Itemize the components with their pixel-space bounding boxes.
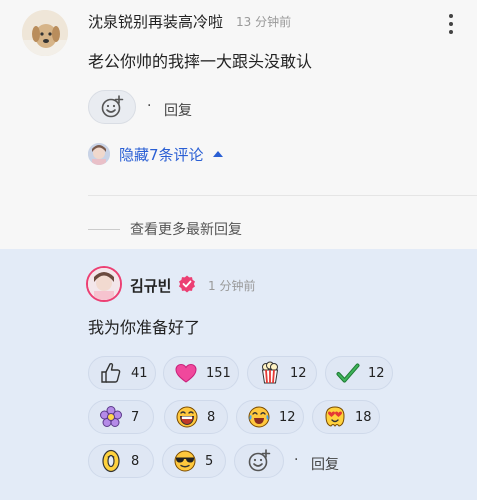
hidden-replies-toggle[interactable]: 隐藏7条评论 <box>88 142 224 166</box>
view-more-divider-line <box>88 229 120 230</box>
separator-dot: · <box>294 452 299 468</box>
reply-button[interactable]: 回复 <box>164 100 192 120</box>
more-options-icon[interactable] <box>446 12 456 36</box>
reply-username[interactable]: 김규빈 <box>130 275 171 296</box>
heart-icon <box>175 363 197 383</box>
grinning-face-icon <box>176 406 198 428</box>
number-zero-icon <box>102 449 120 473</box>
separator-dot: · <box>147 98 152 114</box>
reaction-count: 8 <box>131 453 140 469</box>
reaction-count: 8 <box>207 409 216 425</box>
reply-text: 我为你准备好了 <box>88 318 201 337</box>
check-mark-icon <box>336 363 360 383</box>
add-emoji-icon <box>101 95 124 118</box>
user-avatar[interactable] <box>22 10 68 56</box>
reaction-popcorn[interactable]: 12 <box>247 356 317 390</box>
thumbs-up-icon <box>101 362 121 383</box>
reaction-count: 5 <box>205 453 214 469</box>
reaction-grinning[interactable]: 8 <box>164 400 228 434</box>
comment-time: 13 分钟前 <box>236 15 292 29</box>
add-emoji-icon <box>248 449 271 472</box>
heart-eyes-icon <box>325 406 345 427</box>
reaction-sunglasses[interactable]: 5 <box>162 444 226 478</box>
reaction-heart[interactable]: 151 <box>163 356 239 390</box>
reaction-count: 7 <box>131 409 140 425</box>
reaction-crying-laughing[interactable]: 12 <box>236 400 304 434</box>
reaction-check[interactable]: 12 <box>325 356 393 390</box>
popcorn-icon <box>261 361 279 384</box>
hidden-replies-label: 隐藏7条评论 <box>119 145 204 164</box>
flower-icon <box>100 406 122 427</box>
reaction-count: 18 <box>355 409 372 425</box>
add-reaction-button[interactable] <box>88 90 136 124</box>
reply-button[interactable]: 回复 <box>311 454 339 474</box>
divider <box>88 195 477 196</box>
dog-avatar-icon <box>22 10 68 56</box>
comment-username[interactable]: 沈泉锐别再装高冷啦 <box>88 11 223 32</box>
reply-preview-avatar <box>88 143 110 165</box>
reaction-count: 12 <box>290 365 307 381</box>
collapse-arrow-icon <box>212 151 223 157</box>
reaction-flower[interactable]: 7 <box>88 400 154 434</box>
verified-badge-icon <box>178 275 196 293</box>
highlighted-reply: 김규빈 1 分钟前 我为你准备好了 41 151 12 12 7 8 12 18… <box>0 249 477 500</box>
crying-laughing-icon <box>248 406 270 428</box>
reaction-zero[interactable]: 8 <box>88 444 154 478</box>
reaction-count: 12 <box>279 409 296 425</box>
reaction-heart-eyes[interactable]: 18 <box>312 400 380 434</box>
view-more-replies-button[interactable]: 查看更多最新回复 <box>130 219 242 239</box>
comment-text: 老公你帅的我摔一大跟头没敢认 <box>88 52 313 71</box>
add-reaction-button[interactable] <box>234 444 284 478</box>
reaction-count: 151 <box>206 365 231 381</box>
reply-time: 1 分钟前 <box>208 279 256 293</box>
reaction-count: 41 <box>131 365 148 381</box>
reply-avatar[interactable] <box>86 266 122 302</box>
reaction-count: 12 <box>368 365 385 381</box>
sunglasses-face-icon <box>174 450 196 472</box>
reaction-thumbs-up[interactable]: 41 <box>88 356 156 390</box>
